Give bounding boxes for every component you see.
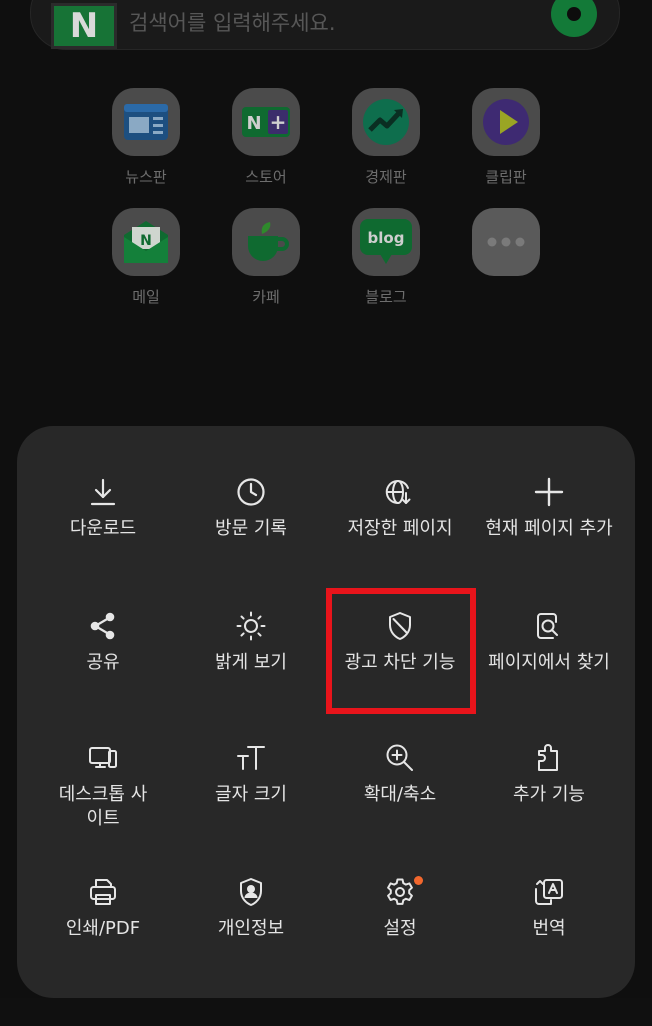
menu-item-label: 공유 bbox=[86, 652, 120, 673]
menu-item-label: 페이지에서 찾기 bbox=[488, 652, 610, 673]
menu-item-label: 밝게 보기 bbox=[215, 652, 287, 673]
menu-item-privacy[interactable]: 개인정보 bbox=[176, 876, 326, 941]
menu-item-label: 글자 크기 bbox=[215, 784, 287, 805]
shortcut-label: 클립판 bbox=[485, 168, 527, 186]
settings-icon bbox=[387, 878, 413, 905]
menu-item-brightness[interactable]: 밝게 보기 bbox=[176, 610, 326, 675]
shortcut-clip[interactable]: 클립판 bbox=[456, 88, 556, 187]
svg-text:+: + bbox=[270, 110, 287, 134]
desktop-site-icon bbox=[89, 747, 117, 768]
svg-text:blog: blog bbox=[368, 229, 405, 247]
menu-item-settings[interactable]: 설정 bbox=[325, 876, 475, 941]
menu-item-zoom[interactable]: 확대/축소 bbox=[325, 742, 475, 807]
blog-icon: blog bbox=[352, 208, 420, 276]
menu-item-print-pdf[interactable]: 인쇄/PDF bbox=[28, 876, 178, 941]
shortcut-label: 카페 bbox=[252, 288, 280, 306]
shortcut-store[interactable]: N + 스토어 bbox=[216, 88, 316, 187]
add-icon bbox=[534, 477, 564, 507]
shortcut-label: 메일 bbox=[132, 288, 160, 306]
menu-item-label: 현재 페이지 추가 bbox=[485, 518, 613, 539]
menu-item-history[interactable]: 방문 기록 bbox=[176, 476, 326, 541]
brightness-icon bbox=[236, 611, 266, 641]
menu-item-translate[interactable]: 번역 bbox=[474, 876, 624, 941]
menu-item-label: 방문 기록 bbox=[215, 518, 287, 539]
menu-item-label: 다운로드 bbox=[69, 518, 137, 539]
menu-item-label: 추가 기능 bbox=[513, 784, 585, 805]
clip-icon bbox=[472, 88, 540, 156]
menu-item-text-size[interactable]: 글자 크기 bbox=[176, 742, 326, 807]
menu-item-download[interactable]: 다운로드 bbox=[28, 476, 178, 541]
menu-item-saved-pages[interactable]: 저장한 페이지 bbox=[325, 476, 475, 541]
shortcut-label: 경제판 bbox=[365, 168, 407, 186]
shortcut-mail[interactable]: N 메일 bbox=[96, 208, 196, 307]
shortcut-blog[interactable]: blog 블로그 bbox=[336, 208, 436, 307]
download-icon bbox=[90, 478, 116, 506]
menu-item-label: 번역 bbox=[532, 918, 566, 939]
menu-item-label: 개인정보 bbox=[217, 918, 285, 939]
more-icon bbox=[472, 208, 540, 276]
menu-item-label: 저장한 페이지 bbox=[347, 518, 453, 539]
shortcut-label: 블로그 bbox=[365, 288, 407, 306]
print-icon bbox=[90, 879, 116, 905]
shortcut-news[interactable]: 뉴스판 bbox=[96, 88, 196, 187]
menu-item-share[interactable]: 공유 bbox=[28, 610, 178, 675]
finance-icon bbox=[352, 88, 420, 156]
svg-text:N: N bbox=[140, 233, 152, 249]
menu-item-find-in-page[interactable]: 페이지에서 찾기 bbox=[474, 610, 624, 675]
cafe-icon bbox=[232, 208, 300, 276]
naver-logo: N bbox=[51, 3, 117, 49]
lens-icon[interactable] bbox=[551, 0, 597, 37]
search-placeholder: 검색어를 입력해주세요. bbox=[129, 11, 336, 35]
privacy-icon bbox=[240, 878, 262, 906]
menu-item-add-current-page[interactable]: 현재 페이지 추가 bbox=[474, 476, 624, 541]
share-icon bbox=[90, 612, 115, 640]
menu-item-label: 설정 bbox=[383, 918, 417, 939]
history-icon bbox=[237, 478, 265, 506]
shortcut-cafe[interactable]: 카페 bbox=[216, 208, 316, 307]
menu-item-extensions[interactable]: 추가 기능 bbox=[474, 742, 624, 807]
shortcut-more[interactable] bbox=[456, 208, 556, 276]
menu-item-label: 확대/축소 bbox=[363, 784, 437, 805]
mail-icon: N bbox=[112, 208, 180, 276]
text-size-icon bbox=[237, 746, 265, 770]
bottom-bar bbox=[0, 998, 652, 1026]
store-icon: N + bbox=[232, 88, 300, 156]
shortcut-finance[interactable]: 경제판 bbox=[336, 88, 436, 187]
search-bar[interactable]: N 검색어를 입력해주세요. bbox=[30, 0, 620, 50]
menu-item-label: 광고 차단 기능 bbox=[344, 652, 456, 673]
menu-item-label: 인쇄/PDF bbox=[65, 918, 141, 939]
settings-badge-dot bbox=[414, 876, 423, 885]
zoom-icon bbox=[386, 744, 413, 771]
svg-text:N: N bbox=[246, 113, 261, 134]
menu-item-label: 데스크톱 사이트 bbox=[58, 784, 148, 829]
shortcut-label: 스토어 bbox=[245, 168, 287, 186]
find-in-page-icon bbox=[537, 613, 558, 639]
news-icon bbox=[112, 88, 180, 156]
saved-page-icon bbox=[385, 480, 411, 505]
menu-item-ad-block[interactable]: 광고 차단 기능 bbox=[325, 610, 475, 675]
shortcut-label: 뉴스판 bbox=[125, 168, 167, 186]
translate-icon bbox=[535, 879, 563, 905]
menu-item-desktop-site[interactable]: 데스크톱 사이트 bbox=[28, 742, 178, 831]
extensions-icon bbox=[538, 744, 558, 771]
ad-block-shield-icon bbox=[389, 612, 411, 640]
